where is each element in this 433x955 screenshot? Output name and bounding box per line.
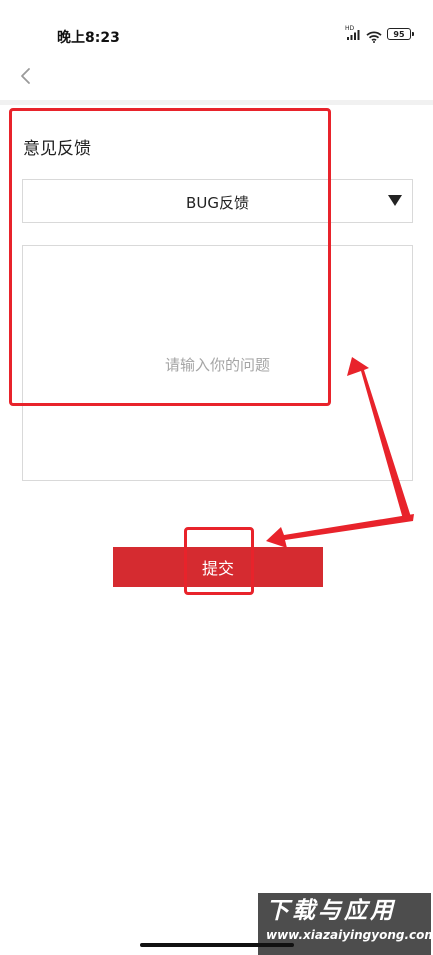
- status-bar: 晚上8:23 HD 95: [0, 0, 433, 60]
- home-indicator[interactable]: [140, 943, 294, 947]
- problem-input-placeholder: 请输入你的问题: [164, 356, 270, 374]
- battery-icon: 95: [387, 28, 414, 40]
- watermark-url: www.xiazaiyingyong.com: [266, 928, 433, 942]
- wifi-icon: [366, 28, 382, 43]
- submit-button[interactable]: 提交: [113, 547, 323, 587]
- page-title: 意见反馈: [23, 139, 91, 159]
- battery-level: 95: [393, 29, 405, 39]
- feedback-type-value: BUG反馈: [186, 194, 249, 212]
- signal-icon: HD: [345, 25, 361, 40]
- nav-bar: [0, 60, 433, 100]
- caret-down-icon: [388, 195, 402, 206]
- problem-input[interactable]: 请输入你的问题: [22, 245, 413, 481]
- back-button[interactable]: [14, 64, 38, 88]
- feedback-type-select[interactable]: BUG反馈: [22, 179, 413, 223]
- chevron-left-icon: [21, 68, 30, 84]
- watermark-title: 下载与应用: [266, 898, 396, 924]
- status-time: 晚上8:23: [57, 30, 120, 46]
- status-icons: HD 95: [345, 25, 414, 43]
- nav-divider: [0, 100, 433, 105]
- arrow-to-submit: [266, 514, 414, 548]
